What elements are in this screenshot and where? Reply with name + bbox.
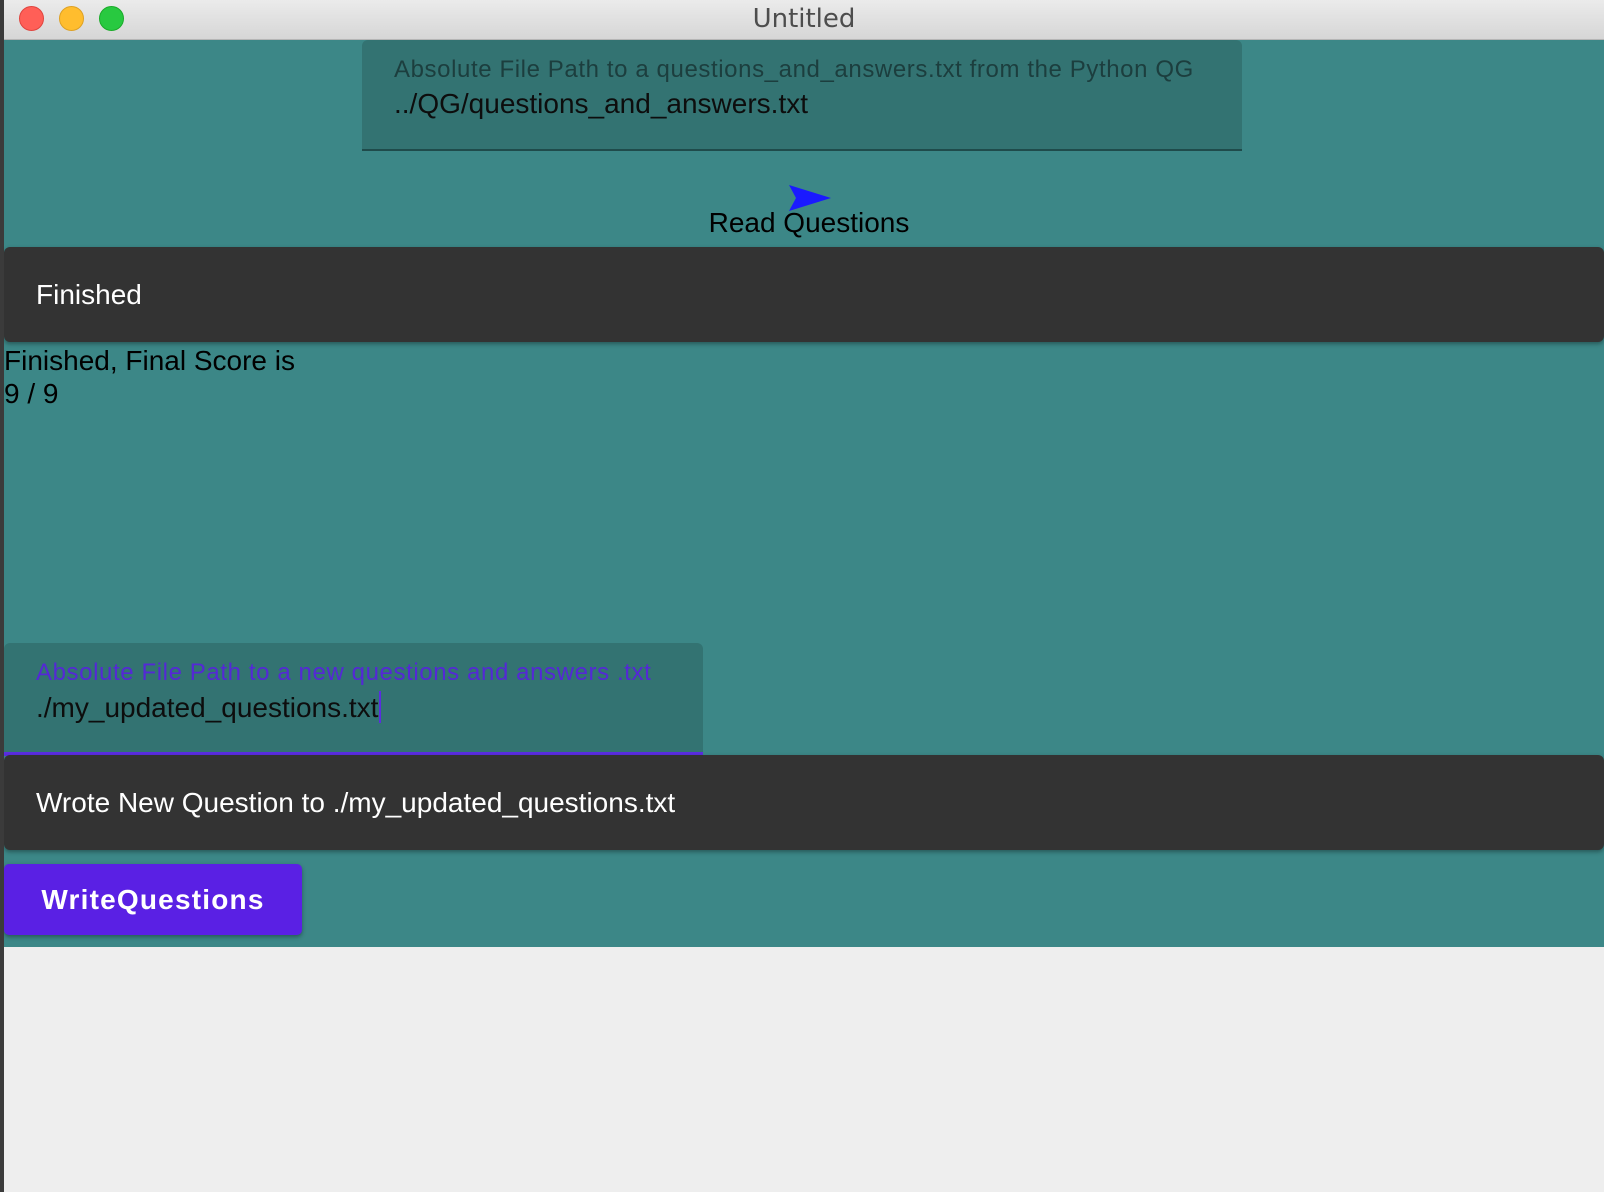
questions-path-input[interactable]: ../QG/questions_and_answers.txt (394, 88, 808, 120)
read-questions-label: Read Questions (708, 207, 910, 238)
final-score: Finished, Final Score is 9 / 9 (4, 344, 295, 410)
text-caret (379, 691, 382, 723)
write-questions-button[interactable]: WriteQuestions (4, 864, 302, 935)
new-questions-path-field[interactable]: Absolute File Path to a new questions an… (4, 643, 703, 756)
main-content: Absolute File Path to a questions_and_an… (4, 40, 1604, 947)
read-status-text: Finished (36, 279, 142, 310)
new-questions-path-input[interactable]: ./my_updated_questions.txt (36, 691, 382, 724)
final-score-value: 9 / 9 (4, 378, 59, 409)
window-title: Untitled (752, 4, 856, 34)
read-questions-button[interactable]: Read Questions (664, 183, 954, 243)
new-questions-path-value: ./my_updated_questions.txt (36, 692, 379, 723)
title-bar[interactable]: Untitled (4, 0, 1604, 40)
app-window: Untitled Absolute File Path to a questio… (4, 0, 1604, 1192)
final-score-label: Finished, Final Score is (4, 345, 296, 376)
read-status-panel: Finished (4, 247, 1604, 342)
questions-path-label: Absolute File Path to a questions_and_an… (394, 56, 1194, 83)
write-status-text: Wrote New Question to ./my_updated_quest… (36, 787, 676, 818)
write-status-panel: Wrote New Question to ./my_updated_quest… (4, 755, 1604, 850)
questions-path-field[interactable]: Absolute File Path to a questions_and_an… (362, 40, 1242, 151)
new-questions-path-label: Absolute File Path to a new questions an… (36, 659, 652, 686)
